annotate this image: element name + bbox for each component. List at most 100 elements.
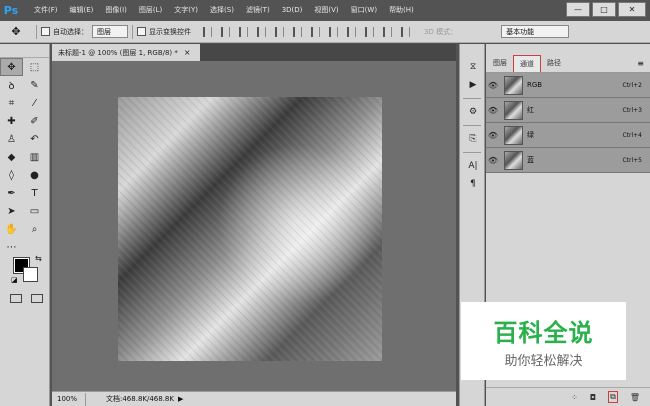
- auto-select-checkbox[interactable]: [41, 27, 50, 36]
- clone-source-icon[interactable]: ⎘: [460, 130, 486, 148]
- menu-type[interactable]: 文字(Y): [168, 0, 204, 21]
- path-select-icon[interactable]: ➤: [0, 202, 23, 220]
- visibility-eye-icon[interactable]: 👁: [486, 131, 500, 140]
- blur-tool-icon[interactable]: ◊: [0, 166, 23, 184]
- zoom-tool-icon[interactable]: ⌕: [23, 220, 46, 238]
- background-color-swatch[interactable]: [23, 267, 38, 282]
- brush-tool-icon[interactable]: ✐: [23, 112, 46, 130]
- align-right-icon[interactable]: [293, 26, 302, 37]
- lasso-tool-icon[interactable]: ꝺ: [0, 76, 23, 94]
- type-tool-icon[interactable]: T: [23, 184, 46, 202]
- quick-mask-icon[interactable]: [10, 294, 22, 303]
- dock-grip[interactable]: [460, 44, 484, 58]
- show-transform-label: 显示变换控件: [149, 27, 191, 36]
- panel-menu-icon[interactable]: ≡: [637, 59, 644, 68]
- watermark-subtitle: 助你轻松解决: [504, 354, 583, 369]
- distribute-bottom-icon[interactable]: [347, 26, 356, 37]
- document-tab[interactable]: 未标题-1 @ 100% (图层 1, RGB/8) * ×: [52, 44, 200, 61]
- crop-tool-icon[interactable]: ⌗: [0, 94, 23, 112]
- distribute-top-icon[interactable]: [311, 26, 320, 37]
- distribute-vcenter-icon[interactable]: [329, 26, 338, 37]
- menu-edit[interactable]: 编辑(E): [64, 0, 100, 21]
- hand-tool-icon[interactable]: ✋: [0, 220, 23, 238]
- align-vcenter-icon[interactable]: [221, 26, 230, 37]
- history-panel-icon[interactable]: ⧖: [460, 58, 486, 76]
- clone-stamp-icon[interactable]: ♙: [0, 130, 23, 148]
- zoom-level[interactable]: 100%: [52, 392, 86, 406]
- panel-bottom-bar: ⁘ ◘ ⧉ 🗑: [486, 387, 650, 406]
- align-hcenter-icon[interactable]: [275, 26, 284, 37]
- menu-window[interactable]: 窗口(W): [345, 0, 383, 21]
- tools-panel: ✥ ⬚ ꝺ ✎ ⌗ ⁄ ✚ ✐ ♙ ↶ ◆ ▥ ◊ ● ✒ T ➤ ▭ ✋ ⌕ ⋯ ⇆ ◪: [0, 44, 50, 406]
- channel-row-rgb[interactable]: 👁 RGB Ctrl+2: [486, 73, 650, 98]
- distribute-hcenter-icon[interactable]: [383, 26, 392, 37]
- align-top-icon[interactable]: [203, 26, 212, 37]
- align-left-icon[interactable]: [257, 26, 266, 37]
- tab-layers[interactable]: 图层: [487, 55, 513, 72]
- paragraph-panel-icon[interactable]: ¶: [460, 175, 486, 193]
- marquee-tool-icon[interactable]: ⬚: [23, 58, 46, 76]
- swap-colors-icon[interactable]: ⇆: [35, 254, 42, 263]
- pen-tool-icon[interactable]: ✒: [0, 184, 23, 202]
- new-channel-icon[interactable]: ⧉: [608, 391, 618, 403]
- menu-view[interactable]: 视图(V): [308, 0, 344, 21]
- delete-channel-icon[interactable]: 🗑: [630, 393, 640, 402]
- properties-panel-icon[interactable]: ⚙: [460, 103, 486, 121]
- gradient-tool-icon[interactable]: ▥: [23, 148, 46, 166]
- restore-button[interactable]: □: [592, 2, 616, 17]
- visibility-eye-icon[interactable]: 👁: [486, 106, 500, 115]
- visibility-eye-icon[interactable]: 👁: [486, 81, 500, 90]
- menu-help[interactable]: 帮助(H): [383, 0, 420, 21]
- menu-3d[interactable]: 3D(D): [276, 0, 309, 21]
- default-colors-icon[interactable]: ◪: [11, 276, 18, 284]
- tab-channels[interactable]: 通道: [513, 55, 541, 72]
- actions-panel-icon[interactable]: ▶: [460, 76, 486, 94]
- canvas-area[interactable]: [52, 61, 456, 391]
- menu-layer[interactable]: 图层(L): [133, 0, 168, 21]
- rectangle-tool-icon[interactable]: ▭: [23, 202, 46, 220]
- show-transform-checkbox[interactable]: [137, 27, 146, 36]
- status-menu-arrow-icon[interactable]: ▶: [178, 395, 183, 403]
- minimize-button[interactable]: —: [566, 2, 590, 17]
- close-button[interactable]: ✕: [618, 2, 646, 17]
- channel-thumbnail: [504, 75, 523, 95]
- workspace-dropdown[interactable]: 基本功能: [501, 25, 570, 38]
- dodge-tool-icon[interactable]: ●: [23, 166, 46, 184]
- move-tool-preset-icon[interactable]: ✥: [0, 21, 32, 43]
- load-selection-icon[interactable]: ⁘: [571, 393, 578, 402]
- menu-file[interactable]: 文件(F): [28, 0, 64, 21]
- tab-paths[interactable]: 路径: [541, 55, 567, 72]
- photoshop-logo: Ps: [3, 4, 19, 17]
- character-panel-icon[interactable]: A|: [460, 157, 486, 175]
- history-brush-icon[interactable]: ↶: [23, 130, 46, 148]
- eyedropper-tool-icon[interactable]: ⁄: [23, 94, 46, 112]
- channel-row-green[interactable]: 👁 绿 Ctrl+4: [486, 123, 650, 148]
- save-selection-icon[interactable]: ◘: [590, 393, 596, 402]
- distribute-left-icon[interactable]: [365, 26, 374, 37]
- eraser-tool-icon[interactable]: ◆: [0, 148, 23, 166]
- divider: [132, 24, 133, 39]
- auto-select-dropdown[interactable]: 图层: [92, 25, 128, 38]
- menu-select[interactable]: 选择(S): [204, 0, 240, 21]
- quick-select-tool-icon[interactable]: ✎: [23, 76, 46, 94]
- healing-brush-icon[interactable]: ✚: [0, 112, 23, 130]
- more-tools-icon[interactable]: ⋯: [0, 238, 23, 256]
- align-bottom-icon[interactable]: [239, 26, 248, 37]
- menu-items: 文件(F) 编辑(E) 图像(I) 图层(L) 文字(Y) 选择(S) 滤镜(T…: [28, 0, 420, 21]
- document-info: 文档:468.8K/468.8K: [106, 395, 174, 403]
- toolbar-grip[interactable]: [0, 44, 49, 58]
- channel-row-red[interactable]: 👁 红 Ctrl+3: [486, 98, 650, 123]
- distribute-right-icon[interactable]: [401, 26, 410, 37]
- channel-thumbnail: [504, 125, 523, 145]
- menu-image[interactable]: 图像(I): [99, 0, 133, 21]
- brushed-metal-canvas[interactable]: [118, 97, 382, 361]
- visibility-eye-icon[interactable]: 👁: [486, 156, 500, 165]
- channel-row-blue[interactable]: 👁 蓝 Ctrl+5: [486, 148, 650, 173]
- auto-select-value: 图层: [97, 27, 111, 36]
- watermark-title: 百科全说: [493, 319, 594, 347]
- close-tab-icon[interactable]: ×: [184, 48, 191, 57]
- menu-filter[interactable]: 滤镜(T): [240, 0, 276, 21]
- move-tool-icon[interactable]: ✥: [0, 58, 23, 76]
- screen-mode-icon[interactable]: [31, 294, 43, 303]
- divider: [463, 98, 481, 99]
